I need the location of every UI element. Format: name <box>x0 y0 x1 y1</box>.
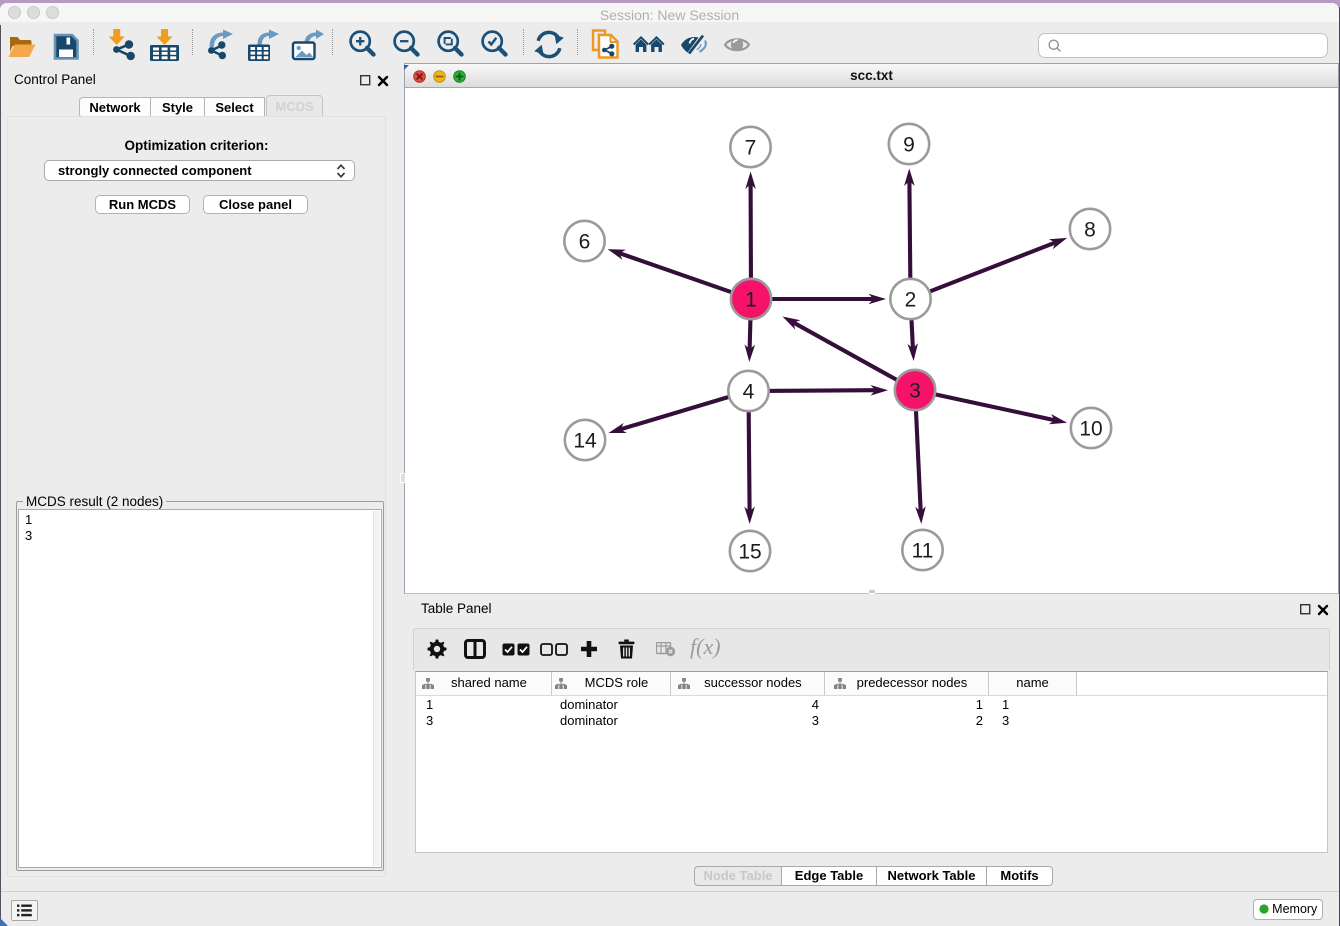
svg-text:14: 14 <box>573 430 597 453</box>
svg-text:6: 6 <box>579 231 591 254</box>
svg-text:8: 8 <box>1084 219 1096 242</box>
svg-text:1: 1 <box>745 289 757 312</box>
svg-text:15: 15 <box>738 541 761 564</box>
svg-text:7: 7 <box>745 137 757 160</box>
svg-text:10: 10 <box>1079 418 1102 441</box>
svg-text:3: 3 <box>909 380 921 403</box>
svg-text:4: 4 <box>743 381 755 404</box>
svg-text:9: 9 <box>903 134 915 157</box>
svg-text:2: 2 <box>905 289 917 312</box>
svg-text:11: 11 <box>912 540 934 563</box>
